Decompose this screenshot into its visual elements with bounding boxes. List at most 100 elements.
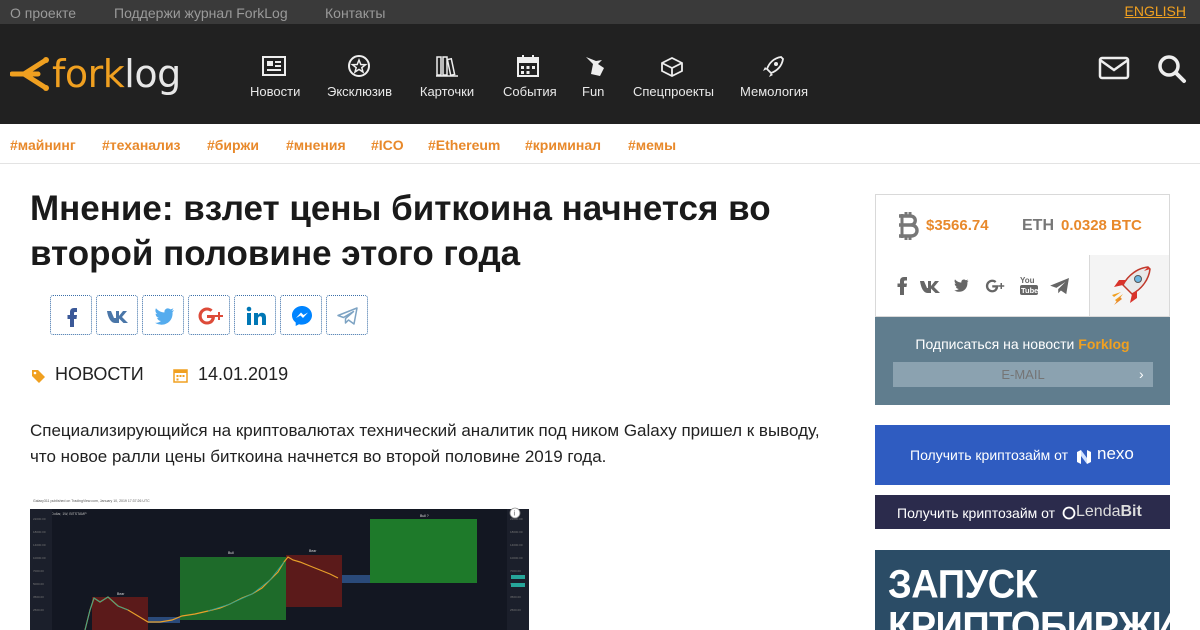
svg-text:3500.00: 3500.00 bbox=[33, 595, 44, 599]
exchange-launch-banner[interactable]: ЗАПУСК КРИПТОБИРЖИ bbox=[875, 550, 1170, 630]
nexo-brand: nexo bbox=[1097, 444, 1134, 463]
rocket-icon bbox=[1112, 266, 1151, 305]
svg-text:Bull ?: Bull ? bbox=[420, 514, 429, 518]
svg-text:Bear: Bear bbox=[309, 549, 317, 553]
vk-icon[interactable] bbox=[920, 280, 942, 299]
nav-news[interactable]: Новости bbox=[250, 54, 300, 99]
bitcoin-icon bbox=[899, 212, 919, 240]
btc-price: $3566.74 bbox=[926, 217, 989, 234]
category-label: НОВОСТИ bbox=[55, 364, 144, 384]
tag-link[interactable]: #ICO bbox=[371, 137, 404, 153]
date-label: 14.01.2019 bbox=[198, 364, 289, 384]
youtube-icon[interactable]: You Tube bbox=[1020, 275, 1038, 302]
unicorn-icon bbox=[586, 57, 604, 76]
svg-text:22000.00: 22000.00 bbox=[33, 517, 46, 521]
lenda-text: Получить криптозайм от bbox=[897, 505, 1056, 521]
share-facebook-button[interactable] bbox=[50, 295, 92, 335]
svg-text:18000.00: 18000.00 bbox=[510, 530, 523, 534]
subscribe-panel: Подписаться на новости Forklog › bbox=[875, 317, 1170, 405]
star-circle-icon bbox=[348, 55, 370, 77]
tag-link[interactable]: #криминал bbox=[525, 137, 601, 153]
vk-icon bbox=[107, 311, 128, 323]
price-ticker: $3566.74 ETH 0.0328 BTC bbox=[875, 194, 1170, 256]
logo-text: forklog bbox=[52, 52, 181, 96]
nav-cards[interactable]: Карточки bbox=[419, 54, 475, 99]
lenda-brand: LendaBit bbox=[1076, 503, 1142, 520]
nav-exclusive-label: Эксклюзив bbox=[327, 84, 392, 99]
social-links: You Tube bbox=[875, 255, 1090, 317]
fork-arrow-icon bbox=[10, 57, 49, 91]
contacts-link[interactable]: Контакты bbox=[325, 5, 385, 21]
tag-bar: #майнинг #теханализ #биржи #мнения #ICO … bbox=[0, 124, 1200, 164]
nexo-logo-icon bbox=[1077, 450, 1091, 464]
nav-fun[interactable]: Fun bbox=[582, 54, 604, 99]
facebook-icon[interactable] bbox=[896, 277, 908, 300]
facebook-icon bbox=[67, 308, 77, 327]
svg-text:10000.00: 10000.00 bbox=[33, 556, 46, 560]
tag-link[interactable]: #теханализ bbox=[102, 137, 181, 153]
tag-link[interactable]: #мемы bbox=[628, 137, 676, 153]
subscribe-submit-icon[interactable]: › bbox=[1139, 366, 1144, 382]
tag-link[interactable]: #Ethereum bbox=[428, 137, 500, 153]
svg-text:7000.00: 7000.00 bbox=[510, 569, 521, 573]
svg-text:Bull: Bull bbox=[228, 551, 234, 555]
tag-link[interactable]: #биржи bbox=[207, 137, 259, 153]
tag-link[interactable]: #майнинг bbox=[10, 137, 76, 153]
rocket-widget[interactable] bbox=[1089, 255, 1170, 317]
tag-link[interactable]: #мнения bbox=[286, 137, 346, 153]
nav-events-label: События bbox=[503, 84, 557, 99]
email-input[interactable] bbox=[893, 362, 1153, 387]
nav-special-label: Спецпроекты bbox=[633, 84, 714, 99]
nav-memology[interactable]: Мемология bbox=[740, 54, 808, 99]
svg-text:You: You bbox=[1020, 276, 1035, 285]
share-vk-button[interactable] bbox=[96, 295, 138, 335]
svg-text:10000.00: 10000.00 bbox=[510, 556, 523, 560]
eth-price: 0.0328 BTC bbox=[1061, 217, 1142, 234]
share-linkedin-button[interactable] bbox=[234, 295, 276, 335]
banner-text: ЗАПУСК КРИПТОБИРЖИ bbox=[888, 562, 1170, 630]
language-switch[interactable]: ENGLISH bbox=[1125, 3, 1186, 19]
share-telegram-button[interactable] bbox=[326, 295, 368, 335]
nav-events[interactable]: События bbox=[503, 54, 557, 99]
calendar-icon bbox=[173, 369, 188, 383]
subscribe-text: Подписаться на новости Forklog bbox=[915, 336, 1130, 352]
share-messenger-button[interactable] bbox=[280, 295, 322, 335]
svg-text:5000.00: 5000.00 bbox=[33, 582, 44, 586]
nexo-loan-banner[interactable]: Получить криптозайм от nexo bbox=[875, 425, 1170, 485]
lendabit-logo-icon bbox=[1062, 506, 1076, 520]
newspaper-icon bbox=[262, 56, 286, 76]
support-link[interactable]: Поддержи журнал ForkLog bbox=[114, 5, 288, 21]
share-twitter-button[interactable] bbox=[142, 295, 184, 335]
linkedin-icon bbox=[246, 306, 266, 325]
svg-text:14000.00: 14000.00 bbox=[33, 543, 46, 547]
site-header: forklog Новости Эксклюзив Карточки Событ… bbox=[0, 24, 1200, 124]
nav-special[interactable]: Спецпроекты bbox=[633, 54, 714, 99]
svg-text:18000.00: 18000.00 bbox=[33, 530, 46, 534]
box-icon bbox=[661, 56, 683, 78]
messenger-icon bbox=[292, 306, 312, 326]
top-bar: О проекте Поддержи журнал ForkLog Контак… bbox=[0, 0, 1200, 24]
search-icon[interactable] bbox=[1157, 54, 1187, 89]
nexo-text: Получить криптозайм от bbox=[910, 447, 1069, 463]
share-google-plus-button[interactable] bbox=[188, 295, 230, 335]
twitter-icon bbox=[155, 308, 174, 325]
svg-text:Bear: Bear bbox=[117, 592, 125, 596]
forklog-logo[interactable]: forklog bbox=[10, 52, 190, 96]
google-plus-icon[interactable] bbox=[984, 277, 1008, 300]
about-link[interactable]: О проекте bbox=[10, 5, 76, 21]
svg-text:14000.00: 14000.00 bbox=[510, 543, 523, 547]
telegram-icon bbox=[337, 307, 358, 325]
nav-exclusive[interactable]: Эксклюзив bbox=[327, 54, 392, 99]
twitter-icon[interactable] bbox=[952, 278, 970, 299]
article-title: Мнение: взлет цены биткоина начнется во … bbox=[30, 189, 771, 273]
lendabit-loan-banner[interactable]: Получить криптозайм от LendaBit bbox=[875, 495, 1170, 529]
svg-text:7000.00: 7000.00 bbox=[33, 569, 44, 573]
svg-text:2500.00: 2500.00 bbox=[33, 608, 44, 612]
google-plus-icon bbox=[198, 307, 223, 325]
chart-source-text: Galaxy311 published on TradingView.com, … bbox=[33, 499, 150, 503]
mail-icon[interactable] bbox=[1098, 54, 1130, 87]
article-chart-image: Galaxy311 published on TradingView.com, … bbox=[30, 498, 529, 630]
telegram-icon[interactable] bbox=[1050, 278, 1070, 300]
eth-label: ETH bbox=[1022, 217, 1054, 234]
svg-text:3500.00: 3500.00 bbox=[510, 595, 521, 599]
